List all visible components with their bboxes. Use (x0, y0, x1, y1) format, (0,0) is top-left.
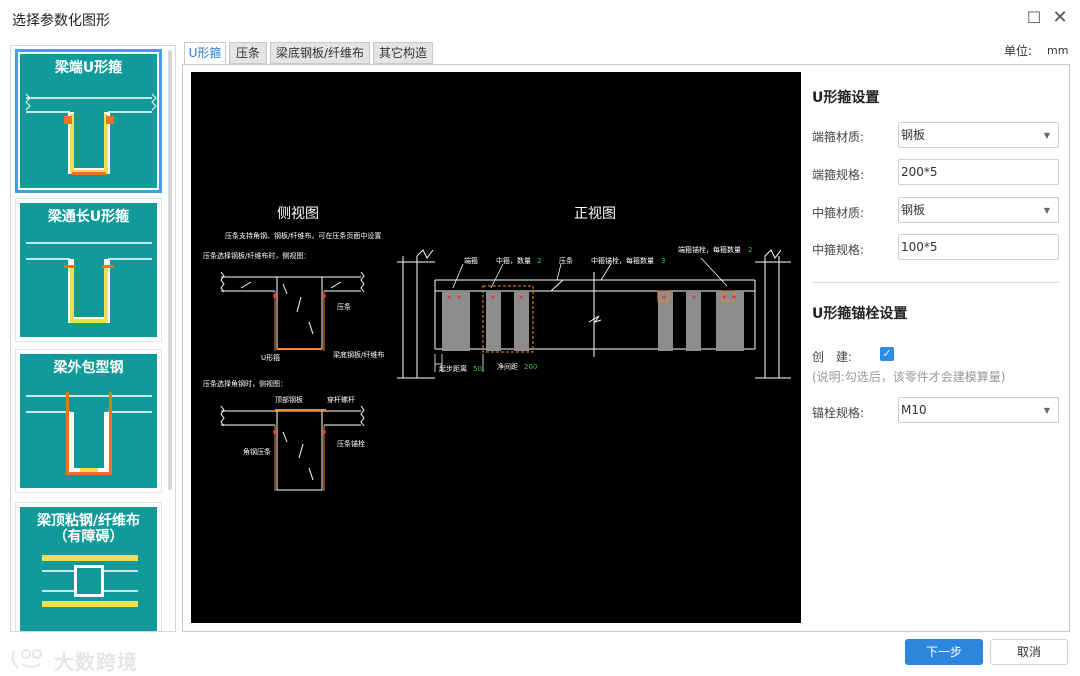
label-end-anchor: 端箍锚栓，每箍数量 (678, 245, 741, 254)
case1-note: 压条选择钢板/纤维布时，侧视图： (203, 251, 310, 260)
mid-material-label: 中箍材质: (812, 206, 865, 220)
maximize-icon[interactable]: ☐ (1024, 8, 1044, 28)
create-checkbox[interactable]: ✓ (880, 347, 894, 361)
gallery-item-label: 梁顶粘钢/纤维布 （有障碍） (36, 513, 141, 545)
thumbnail: 梁顶粘钢/纤维布 （有障碍） (20, 507, 157, 631)
label-strip: 压条 (337, 302, 351, 311)
gallery-item-beam-full-u-stirrup[interactable]: 梁通长U形箍 (15, 198, 162, 342)
side-note: 压条支持角钢、钢板/纤维布，可在压条页面中设置 (225, 231, 381, 240)
end-spec-label: 端箍规格: (812, 168, 865, 182)
thumbnail: 梁端U形箍 (20, 54, 157, 188)
label-mid-anchor-count: 3 (661, 257, 665, 265)
gallery-item-beam-end-u-stirrup[interactable]: 梁端U形箍 (15, 49, 162, 193)
side-view-1 (220, 271, 365, 351)
cad-drawing: 侧视图 正视图 压条支持角钢、钢板/纤维布，可在压条页面中设置 压条选择钢板/纤… (203, 206, 791, 491)
thumbnail: 梁外包型钢 (20, 354, 157, 488)
full-u-stirrup-thumbnail-icon (26, 242, 152, 323)
u-stirrup-thumbnail-icon (25, 93, 157, 175)
label-mid-anchor: 中箍锚栓，每箍数量 (591, 256, 654, 265)
wrapped-steel-thumbnail-icon (26, 392, 152, 475)
mid-spec-input[interactable] (898, 234, 1059, 260)
gallery-scrollbar[interactable] (168, 50, 172, 490)
tab-u-stirrup[interactable]: U形箍 (184, 42, 226, 65)
mid-material-select[interactable]: 钢板 ▼ (898, 197, 1059, 223)
unit-value: mm (1047, 44, 1069, 57)
shape-gallery[interactable]: 梁端U形箍 梁通长U形箍 梁外包型钢 梁顶粘钢/纤维布 （有障碍） (10, 45, 176, 632)
end-material-select[interactable]: 钢板 ▼ (898, 122, 1059, 148)
top-steel-thumbnail-icon (42, 555, 138, 607)
label-spacing-val: 200 (524, 363, 537, 371)
anchor-spec-select[interactable]: M10 ▼ (898, 397, 1059, 423)
side-view-title: 侧视图 (277, 206, 319, 222)
create-hint: (说明:勾选后，该零件才会建模算量) (812, 370, 1006, 384)
watermark: 大数跨境 (10, 644, 160, 674)
label-bottom-plate: 梁底钢板/纤维布 (333, 350, 384, 359)
title-bar: 选择参数化图形 ☐ ✕ (0, 0, 1080, 38)
label-ustirrup: U形箍 (261, 353, 280, 362)
label-angle-strip: 角钢压条 (243, 447, 271, 456)
case2-note: 压条选择角钢时，侧视图： (203, 379, 287, 388)
anchor-spec-label: 锚栓规格: (812, 406, 865, 420)
end-material-value: 钢板 (901, 128, 926, 142)
tab-bottom-plate[interactable]: 梁底钢板/纤维布 (270, 42, 370, 64)
gallery-item-beam-wrapped-steel[interactable]: 梁外包型钢 (15, 349, 162, 493)
mid-spec-label: 中箍规格: (812, 243, 865, 257)
label-mid-stirrup: 中箍，数量 (496, 256, 531, 265)
label-end-anchor-count: 2 (748, 246, 752, 254)
cancel-button[interactable]: 取消 (990, 639, 1068, 665)
tab-other[interactable]: 其它构造 (373, 42, 433, 64)
front-view-title: 正视图 (574, 206, 616, 222)
gallery-item-beam-top-steel-fiber[interactable]: 梁顶粘钢/纤维布 （有障碍） (15, 502, 162, 631)
chevron-down-icon: ▼ (1043, 206, 1050, 215)
watermark-logo-icon (11, 649, 42, 669)
watermark-text: 大数跨境 (54, 650, 138, 674)
label-strip-anchor: 压条锚栓 (337, 439, 365, 448)
mid-spec-field[interactable] (901, 240, 1051, 254)
window-title: 选择参数化图形 (12, 13, 110, 29)
preview-drawing: 侧视图 正视图 压条支持角钢、钢板/纤维布，可在压条页面中设置 压条选择钢板/纤… (191, 72, 801, 623)
gallery-item-label: 梁通长U形箍 (47, 209, 130, 225)
label-start-dist-val: 50 (473, 365, 482, 373)
label-start-dist: 起步距离 (439, 364, 467, 373)
chevron-down-icon: ▼ (1043, 406, 1050, 415)
label-through-bolt: 穿杆螺杆 (327, 395, 355, 404)
anchor-spec-value: M10 (901, 403, 927, 417)
mid-material-value: 钢板 (901, 203, 926, 217)
end-spec-input[interactable] (898, 159, 1059, 185)
end-spec-field[interactable] (901, 165, 1051, 179)
tab-strip[interactable]: 压条 (229, 42, 267, 64)
thumbnail: 梁通长U形箍 (20, 203, 157, 337)
unit-label: 单位: (1004, 44, 1033, 58)
chevron-down-icon: ▼ (1043, 131, 1050, 140)
gallery-item-label: 梁外包型钢 (53, 360, 124, 376)
gallery-item-label: 梁端U形箍 (54, 60, 123, 76)
label-front-strip: 压条 (559, 256, 573, 265)
create-label: 创 建: (812, 350, 853, 364)
end-material-label: 端箍材质: (812, 130, 865, 144)
label-top-plate: 顶部钢板 (275, 395, 303, 404)
label-end-stirrup: 端箍 (464, 256, 478, 265)
close-icon[interactable]: ✕ (1050, 8, 1070, 28)
next-button[interactable]: 下一步 (905, 639, 983, 665)
label-spacing: 净间距 (497, 362, 518, 371)
section-divider (812, 282, 1059, 283)
anchor-settings-title: U形箍锚栓设置 (812, 306, 908, 322)
label-mid-count: 2 (537, 257, 541, 265)
stirrup-settings-title: U形箍设置 (812, 90, 880, 106)
